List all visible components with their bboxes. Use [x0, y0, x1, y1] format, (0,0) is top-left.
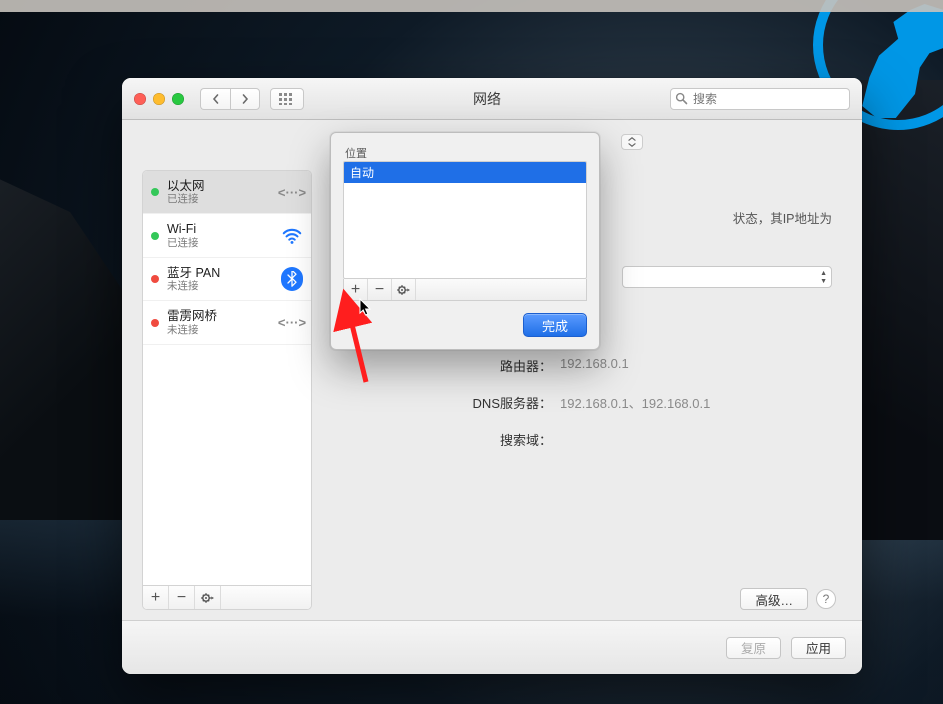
location-sheet: 位置 自动 + − 完成: [330, 132, 600, 350]
service-status: 已连接: [167, 193, 273, 205]
sheet-actions: 完成: [343, 313, 587, 337]
gear-icon: [397, 284, 411, 296]
location-popup-indicator[interactable]: [621, 134, 643, 150]
dns-value: 192.168.0.1、192.168.0.1: [560, 393, 710, 412]
chevron-right-icon: [240, 94, 250, 104]
ethernet-icon: <···>: [281, 181, 303, 203]
minimize-button[interactable]: [153, 93, 165, 105]
add-location-button[interactable]: +: [344, 279, 368, 300]
chevron-up-down-icon: [628, 137, 636, 147]
service-status: 未连接: [167, 324, 273, 336]
chevron-left-icon: [211, 94, 221, 104]
services-footer: + −: [143, 585, 311, 609]
services-sidebar: 以太网 已连接 <···> Wi-Fi 已连接: [142, 170, 312, 610]
location-list-header: 位置: [343, 143, 587, 161]
bottom-bar: 复原 应用: [122, 620, 862, 674]
location-list[interactable]: 自动: [343, 161, 587, 279]
service-status: 已连接: [167, 237, 273, 249]
stepper-icon: ▲▼: [820, 270, 827, 285]
location-list-footer: + −: [343, 279, 587, 301]
remove-location-button[interactable]: −: [368, 279, 392, 300]
service-labels: 以太网 已连接: [167, 179, 273, 205]
location-row-auto[interactable]: 自动: [344, 162, 586, 183]
dns-row: DNS服务器： 192.168.0.1、192.168.0.1: [410, 393, 710, 412]
service-thunderbolt-bridge[interactable]: 雷雳网桥 未连接 <···>: [143, 301, 311, 344]
menubar: [0, 0, 943, 12]
status-dot-icon: [151, 188, 159, 196]
gear-icon: [201, 592, 215, 604]
bridge-icon: <···>: [281, 312, 303, 334]
apply-button[interactable]: 应用: [791, 637, 846, 659]
service-name: Wi-Fi: [167, 222, 273, 236]
services-list: 以太网 已连接 <···> Wi-Fi 已连接: [143, 171, 311, 585]
status-dot-icon: [151, 275, 159, 283]
location-actions-menu[interactable]: [392, 279, 416, 300]
done-button[interactable]: 完成: [523, 313, 587, 337]
dns-label: DNS服务器：: [410, 393, 560, 412]
status-fragment-text: 状态，其IP地址为: [733, 208, 832, 227]
service-status: 未连接: [167, 280, 273, 292]
search-input[interactable]: [670, 88, 850, 110]
service-labels: Wi-Fi 已连接: [167, 222, 273, 248]
plus-icon: +: [351, 281, 360, 299]
nav-back-forward: [200, 88, 260, 110]
status-dot-icon: [151, 232, 159, 240]
back-button[interactable]: [200, 88, 230, 110]
popup-field[interactable]: ▲▼: [622, 266, 832, 288]
remove-service-button[interactable]: −: [169, 586, 195, 609]
add-service-button[interactable]: +: [143, 586, 169, 609]
router-value: 192.168.0.1: [560, 356, 629, 375]
forward-button[interactable]: [230, 88, 260, 110]
service-ethernet[interactable]: 以太网 已连接 <···>: [143, 171, 311, 214]
service-labels: 雷雳网桥 未连接: [167, 309, 273, 335]
service-labels: 蓝牙 PAN 未连接: [167, 266, 273, 292]
router-label: 路由器：: [410, 356, 560, 375]
help-button[interactable]: ?: [816, 589, 836, 609]
status-dot-icon: [151, 319, 159, 327]
minus-icon: −: [375, 281, 384, 299]
wifi-icon: [281, 225, 303, 247]
search-domain-label: 搜索域：: [410, 430, 560, 449]
close-button[interactable]: [134, 93, 146, 105]
service-bluetooth-pan[interactable]: 蓝牙 PAN 未连接: [143, 258, 311, 301]
zoom-button[interactable]: [172, 93, 184, 105]
search-icon: [675, 92, 688, 105]
search-field-wrap: [670, 88, 850, 110]
window-title: 网络: [314, 89, 660, 109]
router-row: 路由器： 192.168.0.1: [410, 356, 710, 375]
service-actions-menu[interactable]: [195, 586, 221, 609]
search-domain-row: 搜索域：: [410, 430, 710, 449]
bluetooth-icon: [281, 268, 303, 290]
grid-icon: [279, 93, 295, 105]
show-all-button[interactable]: [270, 88, 304, 110]
service-name: 雷雳网桥: [167, 309, 273, 323]
titlebar: 网络: [122, 78, 862, 120]
traffic-lights: [134, 93, 184, 105]
plus-icon: +: [151, 589, 160, 607]
help-icon: ?: [823, 592, 830, 606]
advanced-button[interactable]: 高级…: [740, 588, 808, 610]
service-name: 以太网: [167, 179, 273, 193]
service-name: 蓝牙 PAN: [167, 266, 273, 280]
minus-icon: −: [177, 589, 186, 607]
advanced-row: 高级… ?: [740, 588, 836, 610]
service-wifi[interactable]: Wi-Fi 已连接: [143, 214, 311, 257]
revert-button[interactable]: 复原: [726, 637, 781, 659]
detail-rows: 路由器： 192.168.0.1 DNS服务器： 192.168.0.1、192…: [410, 356, 710, 467]
